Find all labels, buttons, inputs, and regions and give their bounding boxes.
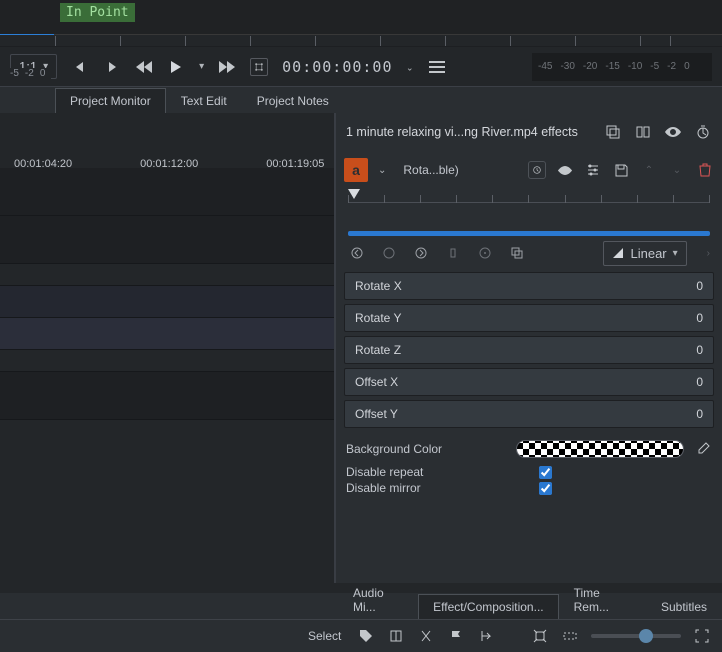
track-row[interactable] [0, 372, 334, 420]
keyframe-timer-icon[interactable] [528, 161, 546, 179]
zoom-slider-thumb[interactable] [639, 629, 653, 643]
monitor-toolbar: -5-20 1:1 ▾ ▾ 00:00:00:00 ⌃ -45-30-20 -1… [0, 47, 722, 87]
eye-icon[interactable] [556, 161, 574, 179]
flag-icon[interactable] [447, 627, 465, 645]
color-swatch[interactable] [516, 440, 684, 458]
overflow-chevron-icon[interactable]: › [707, 248, 710, 259]
timer-icon[interactable] [694, 123, 712, 141]
overwrite-icon[interactable] [417, 627, 435, 645]
bg-color-row: Background Color [336, 430, 722, 464]
effect-badge[interactable]: a [344, 158, 368, 182]
remove-keyframe-icon[interactable] [444, 244, 462, 262]
disable-repeat-row: Disable repeat [336, 464, 722, 480]
color-picker-icon[interactable] [694, 440, 712, 458]
fullscreen-icon[interactable] [693, 627, 711, 645]
forward-icon[interactable] [218, 58, 236, 76]
copy-keyframe-icon[interactable] [508, 244, 526, 262]
menu-icon[interactable] [428, 58, 446, 76]
linear-icon [612, 247, 624, 259]
keyframe-toolbar: Linear ▾ › [336, 236, 722, 270]
effect-header: 1 minute relaxing vi...ng River.mp4 effe… [336, 113, 722, 151]
footer-toolbar: Select [0, 619, 722, 652]
track-row[interactable] [0, 168, 334, 216]
play-button[interactable] [167, 58, 185, 76]
tab-subtitles[interactable]: Subtitles [646, 594, 722, 619]
tag-icon[interactable] [357, 627, 375, 645]
track-row[interactable] [0, 318, 334, 350]
fit-zoom-icon[interactable] [531, 627, 549, 645]
disable-mirror-label: Disable mirror [346, 481, 421, 495]
select-tool-label[interactable]: Select [308, 629, 341, 643]
preview-area: In Point [0, 0, 722, 35]
effect-name[interactable]: Rota...ble) [396, 159, 465, 181]
save-stack-icon[interactable] [604, 123, 622, 141]
disable-mirror-checkbox[interactable] [539, 482, 552, 495]
param-offset-y[interactable]: Offset Y0 [344, 400, 714, 428]
chevron-down-icon: ▾ [673, 248, 678, 259]
set-in-icon[interactable] [71, 58, 89, 76]
param-offset-x[interactable]: Offset X0 [344, 368, 714, 396]
tab-project-notes[interactable]: Project Notes [242, 88, 344, 113]
tab-time-remap[interactable]: Time Rem... [559, 580, 646, 619]
snap-icon[interactable] [477, 627, 495, 645]
disable-repeat-checkbox[interactable] [539, 466, 552, 479]
zone-zoom-icon[interactable] [561, 627, 579, 645]
move-down-icon[interactable]: ⌄ [668, 161, 686, 179]
tab-text-edit[interactable]: Text Edit [166, 88, 242, 113]
eye-icon[interactable] [664, 123, 682, 141]
timeline-tracks [0, 168, 334, 420]
presets-icon[interactable] [584, 161, 602, 179]
insert-icon[interactable] [387, 627, 405, 645]
bg-color-label: Background Color [346, 442, 506, 456]
interpolation-selector[interactable]: Linear ▾ [603, 241, 686, 266]
set-out-icon[interactable] [103, 58, 121, 76]
add-keyframe-icon[interactable] [380, 244, 398, 262]
tab-effect-composition[interactable]: Effect/Composition... [418, 594, 559, 619]
zoom-slider[interactable] [591, 634, 681, 638]
track-row[interactable] [0, 286, 334, 318]
disable-repeat-label: Disable repeat [346, 465, 423, 479]
interp-label: Linear [630, 246, 666, 261]
keyframe-ruler[interactable] [336, 189, 722, 219]
param-rotate-y[interactable]: Rotate Y0 [344, 304, 714, 332]
move-up-icon[interactable]: ⌃ [640, 161, 658, 179]
tab-project-monitor[interactable]: Project Monitor [55, 88, 166, 113]
keyframe-playhead-icon[interactable] [348, 189, 360, 199]
delete-icon[interactable] [696, 161, 714, 179]
monitor-tabs: Project Monitor Text Edit Project Notes [0, 87, 722, 113]
play-menu-chevron-icon[interactable]: ▾ [199, 61, 204, 72]
db-scale-left: -5-20 [4, 68, 51, 86]
timecode-stepper-icon[interactable]: ⌃ [406, 61, 414, 72]
effect-panel: 1 minute relaxing vi...ng River.mp4 effe… [336, 113, 722, 583]
effect-item-row: a ⌄ Rota...ble) ⌃ ⌄ [336, 151, 722, 189]
rewind-icon[interactable] [135, 58, 153, 76]
playback-controls: ▾ [135, 58, 236, 76]
disable-mirror-row: Disable mirror [336, 480, 722, 496]
tab-audio-mixer[interactable]: Audio Mi... [338, 580, 418, 619]
timeline-panel: 00:01:04:20 00:01:12:00 00:01:19:05 [0, 113, 336, 583]
timecode-display[interactable]: 00:00:00:00 [282, 58, 392, 76]
collapse-chevron-icon[interactable]: ⌄ [378, 165, 386, 176]
save-icon[interactable] [612, 161, 630, 179]
track-row[interactable] [0, 216, 334, 264]
param-rotate-x[interactable]: Rotate X0 [344, 272, 714, 300]
main-area: 00:01:04:20 00:01:12:00 00:01:19:05 1 mi… [0, 113, 722, 583]
monitor-ruler[interactable] [0, 35, 722, 47]
track-row[interactable] [0, 350, 334, 372]
effect-clip-title: 1 minute relaxing vi...ng River.mp4 effe… [346, 125, 592, 139]
bounding-box-icon[interactable] [250, 58, 268, 76]
bottom-tabs: Audio Mi... Effect/Composition... Time R… [0, 593, 722, 619]
split-view-icon[interactable] [634, 123, 652, 141]
prev-keyframe-icon[interactable] [348, 244, 366, 262]
track-row[interactable] [0, 264, 334, 286]
next-keyframe-icon[interactable] [412, 244, 430, 262]
timeline-ruler[interactable]: 00:01:04:20 00:01:12:00 00:01:19:05 [0, 113, 334, 158]
param-rotate-z[interactable]: Rotate Z0 [344, 336, 714, 364]
center-keyframe-icon[interactable] [476, 244, 494, 262]
audio-meter: -45-30-20 -15-10-5 -20 [532, 53, 712, 81]
in-point-label: In Point [60, 3, 135, 22]
